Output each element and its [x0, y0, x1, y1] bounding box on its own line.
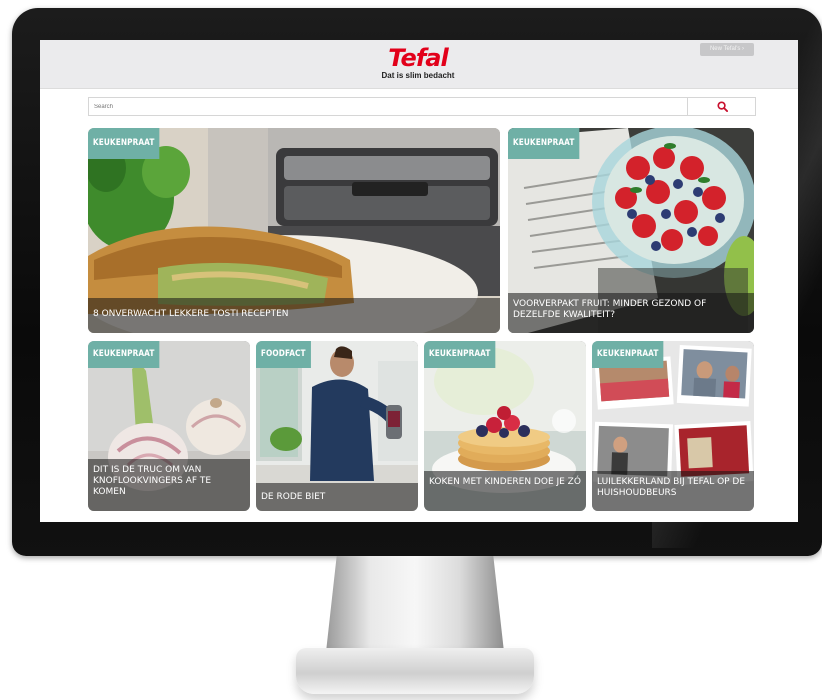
category-tag: KEUKENPRAAT — [508, 128, 580, 159]
article-title: KOKEN MET KINDEREN DOE JE ZÓ — [424, 471, 586, 511]
article-title: LUILEKKERLAND BIJ TEFAL OP DE HUISHOUDBE… — [592, 471, 754, 511]
logo-wordmark: Tefal — [388, 44, 448, 72]
newsletter-button[interactable]: New Tefal's › — [700, 43, 754, 56]
category-tag: KEUKENPRAAT — [88, 341, 160, 368]
screen: Tefal Dat is slim bedacht New Tefal's › — [40, 40, 798, 522]
tefal-logo[interactable]: Tefal Dat is slim bedacht — [358, 46, 478, 80]
logo-tagline: Dat is slim bedacht — [381, 71, 455, 80]
search-icon — [716, 101, 728, 112]
article-card-beet[interactable]: FOODFACT DE RODE BIET — [256, 341, 418, 511]
article-title: VOORVERPAKT FRUIT: MINDER GEZOND OF DEZE… — [508, 293, 754, 333]
search-bar — [88, 97, 756, 116]
site-header: Tefal Dat is slim bedacht New Tefal's › — [40, 40, 798, 89]
article-title: 8 ONVERWACHT LEKKERE TOSTI RECEPTEN — [88, 298, 500, 333]
search-button[interactable] — [687, 98, 756, 115]
category-tag: KEUKENPRAAT — [88, 128, 160, 159]
article-title: DIT IS DE TRUC OM VAN KNOFLOOKVINGERS AF… — [88, 459, 250, 511]
article-card-pancakes[interactable]: KEUKENPRAAT KOKEN MET KINDEREN DOE JE ZÓ — [424, 341, 586, 511]
article-card-garlic[interactable]: KEUKENPRAAT DIT IS DE TRUC OM VAN KNOFLO… — [88, 341, 250, 511]
article-card-fruit[interactable]: KEUKENPRAAT VOORVERPAKT FRUIT: MINDER GE… — [508, 128, 754, 333]
category-tag: KEUKENPRAAT — [424, 341, 496, 368]
search-input[interactable] — [89, 98, 687, 115]
category-tag: KEUKENPRAAT — [592, 341, 664, 368]
monitor-stand-foot — [296, 648, 534, 694]
monitor-stand-neck — [326, 556, 504, 652]
article-card-tosti[interactable]: KEUKENPRAAT 8 ONVERWACHT LEKKERE TOSTI R… — [88, 128, 500, 333]
article-card-huishoudbeurs[interactable]: KEUKENPRAAT LUILEKKERLAND BIJ TEFAL OP D… — [592, 341, 754, 511]
article-title: DE RODE BIET — [256, 483, 418, 511]
category-tag: FOODFACT — [256, 341, 311, 368]
